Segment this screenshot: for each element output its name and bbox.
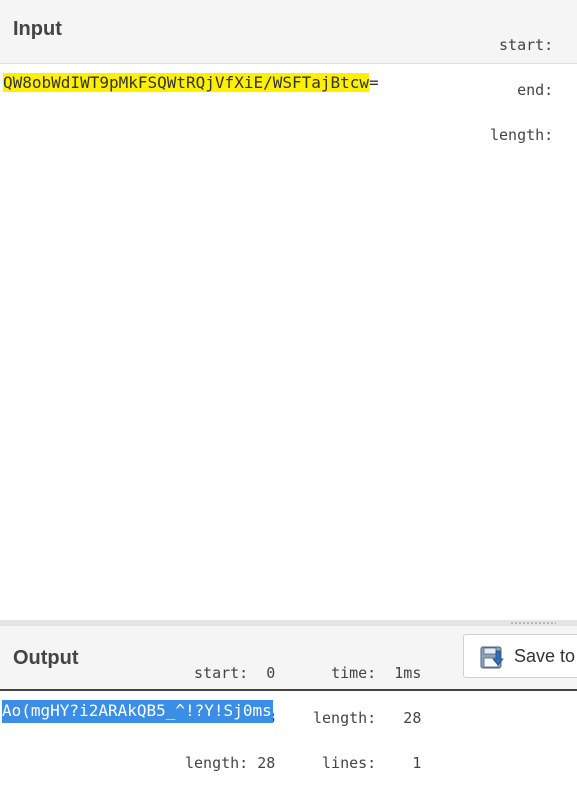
input-stat-end: end: — [517, 81, 554, 99]
input-stat-length: length: — [490, 126, 554, 144]
output-stat-time: time: 1ms — [331, 664, 422, 682]
output-stat-lines: lines: 1 — [322, 754, 422, 772]
output-title: Output — [13, 647, 79, 669]
resize-grip-icon — [510, 622, 556, 624]
output-stat-length: length: 28 — [185, 754, 276, 772]
output-stats-timing: time: 1ms length: 28 lines: 1 — [313, 636, 421, 801]
save-to-file-button[interactable]: Save to — [463, 634, 577, 678]
input-stats: start: end: length: — [490, 8, 553, 173]
input-title: Input — [13, 18, 62, 40]
output-stat-start: start: 0 — [194, 664, 276, 682]
input-trailing-text: = — [369, 73, 379, 92]
save-file-icon — [480, 646, 504, 669]
save-to-label: Save to — [514, 646, 576, 666]
output-selected-text: Ao(mgHY?i2ARAkQB5_^!?Y!Sj0ms — [2, 700, 273, 723]
output-textarea[interactable]: Ao(mgHY?i2ARAkQB5_^!?Y!Sj0ms — [2, 700, 273, 723]
output-header: Output start: 0 end: 28 length: 28 time:… — [0, 626, 577, 771]
output-stat-length-total: length: 28 — [313, 709, 422, 727]
input-header: Input start: end: length: — [0, 0, 577, 143]
input-highlighted-text: QW8obWdIWT9pMkFSQWtRQjVfXiE/WSFTajBtcw — [3, 73, 370, 92]
input-textarea[interactable]: QW8obWdIWT9pMkFSQWtRQjVfXiE/WSFTajBtcw= — [3, 73, 379, 93]
input-stat-start: start: — [499, 36, 554, 54]
